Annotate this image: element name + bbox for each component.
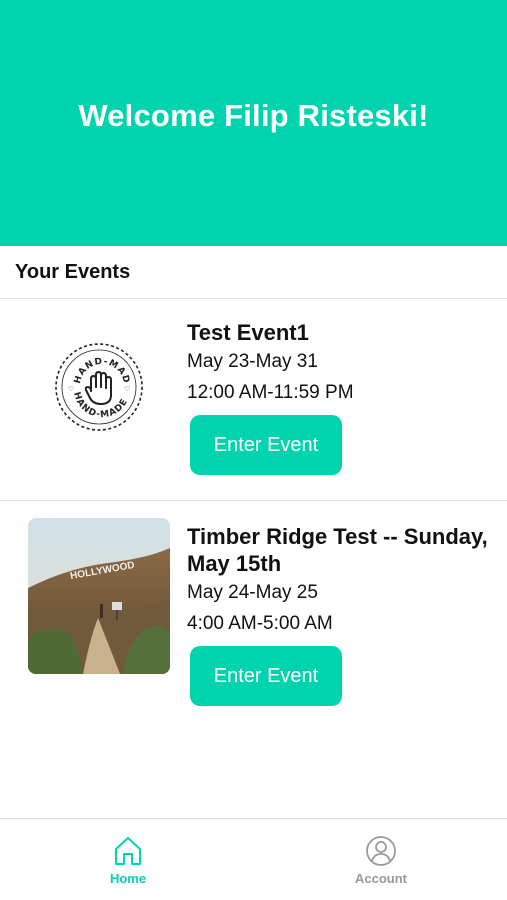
bottom-tab-bar: Home Account (0, 818, 507, 900)
event-dates: May 23-May 31 (187, 351, 318, 372)
event-info: Timber Ridge Test -- Sunday, May 15th Ma… (187, 523, 495, 706)
welcome-header: Welcome Filip Risteski! (0, 0, 507, 246)
events-section-title: Your Events (15, 261, 131, 283)
event-thumbnail: HAND-MADE HAND-MADE ♡ ♡ (28, 307, 170, 465)
event-title: Test Event1 (187, 320, 309, 345)
event-time: 12:00 AM-11:59 PM (187, 382, 354, 403)
event-card: HAND-MADE HAND-MADE ♡ ♡ Test Event1 May … (0, 299, 507, 501)
event-title: Timber Ridge Test -- Sunday, May 15th (187, 524, 488, 576)
home-icon (115, 837, 141, 865)
enter-event-button[interactable]: Enter Event (190, 646, 342, 706)
event-thumbnail: HOLLYWOOD (28, 518, 170, 674)
svg-text:♡: ♡ (124, 385, 130, 393)
hand-made-stamp-icon: HAND-MADE HAND-MADE ♡ ♡ (28, 307, 143, 431)
tab-home-label: Home (109, 871, 147, 886)
hollywood-hills-photo-icon: HOLLYWOOD (28, 518, 170, 674)
event-time: 4:00 AM-5:00 AM (187, 613, 333, 634)
welcome-title: Welcome Filip Risteski! (78, 98, 429, 133)
tab-account-label: Account (355, 871, 407, 886)
event-info: Test Event1 May 23-May 31 12:00 AM-11:59… (187, 319, 495, 475)
svg-text:♡: ♡ (68, 385, 74, 393)
account-icon (366, 836, 396, 866)
svg-text:HAND-MADE: HAND-MADE (28, 307, 131, 385)
events-section-header: Your Events (0, 246, 507, 299)
event-card: HOLLYWOOD Timber Ridge Test -- Sunday, M… (0, 501, 507, 721)
tab-account[interactable]: Account (331, 835, 431, 886)
enter-event-button[interactable]: Enter Event (190, 415, 342, 475)
tab-home[interactable]: Home (78, 835, 178, 886)
event-dates: May 24-May 25 (187, 582, 318, 603)
